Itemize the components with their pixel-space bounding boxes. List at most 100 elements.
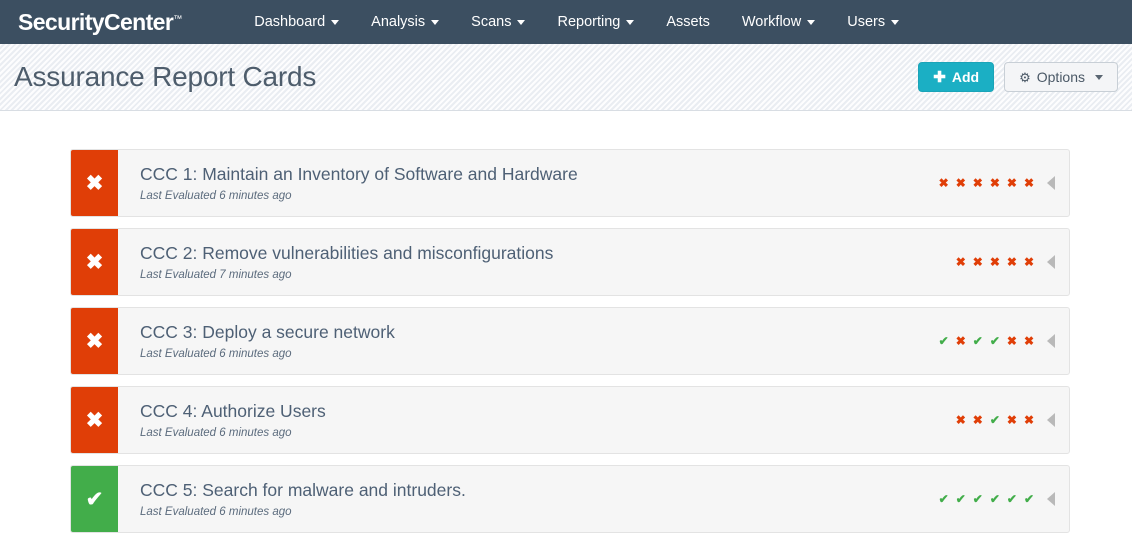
x-icon: ✖	[1023, 176, 1034, 190]
report-card-title: CCC 2: Remove vulnerabilities and miscon…	[140, 243, 554, 264]
triangle-left-icon[interactable]	[1047, 492, 1055, 506]
check-icon: ✔	[71, 466, 118, 532]
report-card-body: CCC 3: Deploy a secure network Last Evalu…	[118, 308, 939, 374]
x-icon: ✖	[1006, 413, 1017, 427]
x-icon: ✖	[71, 308, 118, 374]
report-card[interactable]: ✖ CCC 3: Deploy a secure network Last Eval…	[70, 307, 1070, 375]
nav-item-label: Assets	[666, 14, 710, 30]
check-icon: ✔	[989, 492, 1000, 506]
policy-result-marks: ✔ ✔ ✔ ✔ ✔ ✔	[939, 493, 1034, 505]
x-icon: ✖	[1023, 334, 1034, 348]
plus-icon: ✚	[933, 68, 946, 86]
report-card-title: CCC 5: Search for malware and intruders.	[140, 480, 466, 501]
x-icon: ✖	[955, 334, 966, 348]
report-card[interactable]: ✖ CCC 1: Maintain an Inventory of Softwar…	[70, 149, 1070, 217]
add-button-label: Add	[951, 69, 980, 85]
check-icon: ✔	[989, 334, 1000, 348]
x-icon: ✖	[989, 255, 1000, 269]
report-card-title: CCC 1: Maintain an Inventory of Software…	[140, 164, 578, 185]
report-card-timestamp: Last Evaluated 6 minutes ago	[140, 347, 292, 360]
nav-item-label: Workflow	[741, 14, 802, 30]
x-icon: ✖	[955, 413, 966, 427]
policy-result-marks: ✖ ✖ ✔ ✖ ✖	[956, 414, 1034, 426]
chevron-down-icon	[626, 19, 635, 25]
nav-item-label: Analysis	[371, 14, 426, 30]
check-icon: ✔	[972, 492, 983, 506]
x-icon: ✖	[1006, 176, 1017, 190]
policy-result-marks: ✖ ✖ ✖ ✖ ✖ ✖	[939, 177, 1034, 189]
add-button[interactable]: ✚ Add	[918, 62, 995, 92]
triangle-left-icon[interactable]	[1047, 334, 1055, 348]
nav-item-workflow[interactable]: Workflow	[726, 0, 831, 44]
report-card-body: CCC 2: Remove vulnerabilities and miscon…	[118, 229, 956, 295]
nav-item-label: Dashboard	[254, 14, 326, 30]
x-icon: ✖	[71, 229, 118, 295]
triangle-left-icon[interactable]	[1047, 413, 1055, 427]
nav-item-label: Reporting	[557, 14, 621, 30]
check-icon: ✔	[989, 413, 1000, 427]
x-icon: ✖	[938, 176, 949, 190]
report-card-body: CCC 4: Authorize Users Last Evaluated 6 m…	[118, 387, 956, 453]
x-icon: ✖	[972, 176, 983, 190]
chevron-down-icon	[517, 19, 526, 25]
report-card-body: CCC 1: Maintain an Inventory of Software…	[118, 150, 939, 216]
x-icon: ✖	[71, 387, 118, 453]
report-card-timestamp: Last Evaluated 6 minutes ago	[140, 189, 292, 202]
chevron-down-icon	[807, 19, 816, 25]
x-icon: ✖	[71, 150, 118, 216]
x-icon: ✖	[1023, 413, 1034, 427]
report-card-title: CCC 4: Authorize Users	[140, 401, 326, 422]
x-icon: ✖	[1006, 255, 1017, 269]
report-card[interactable]: ✔ CCC 5: Search for malware and intruders…	[70, 465, 1070, 533]
gear-icon: ⚙	[1019, 69, 1031, 85]
x-icon: ✖	[1023, 255, 1034, 269]
x-icon: ✖	[972, 413, 983, 427]
report-card-timestamp: Last Evaluated 6 minutes ago	[140, 426, 292, 439]
report-card-list: ✖ CCC 1: Maintain an Inventory of Softwar…	[0, 111, 1132, 533]
check-icon: ✔	[938, 492, 949, 506]
report-card-timestamp: Last Evaluated 7 minutes ago	[140, 268, 292, 281]
top-navbar: SecurityCenter™ Dashboard Analysis Scans Re…	[0, 0, 1132, 44]
report-card-body: CCC 5: Search for malware and intruders.…	[118, 466, 939, 532]
options-button[interactable]: ⚙ Options	[1004, 62, 1118, 92]
report-card[interactable]: ✖ CCC 2: Remove vulnerabilities and misco…	[70, 228, 1070, 296]
brand-name: SecurityCenter	[18, 8, 174, 35]
triangle-left-icon[interactable]	[1047, 255, 1055, 269]
check-icon: ✔	[938, 334, 949, 348]
nav-item-label: Users	[847, 14, 886, 30]
x-icon: ✖	[955, 176, 966, 190]
report-card-timestamp: Last Evaluated 6 minutes ago	[140, 505, 292, 518]
check-icon: ✔	[1023, 492, 1034, 506]
x-icon: ✖	[1006, 334, 1017, 348]
page-title: Assurance Report Cards	[14, 61, 317, 92]
nav-item-assets[interactable]: Assets	[650, 0, 726, 44]
nav-item-dashboard[interactable]: Dashboard	[238, 0, 355, 44]
chevron-down-icon	[1095, 74, 1103, 80]
trademark-symbol: ™	[173, 12, 183, 23]
policy-result-marks: ✔ ✖ ✔ ✔ ✖ ✖	[939, 335, 1034, 347]
report-card-status-marks: ✔ ✔ ✔ ✔ ✔ ✔	[939, 466, 1069, 532]
report-card-status-marks: ✔ ✖ ✔ ✔ ✖ ✖	[939, 308, 1069, 374]
header-actions: ✚ Add ⚙ Options	[918, 62, 1118, 92]
check-icon: ✔	[1006, 492, 1017, 506]
report-card-status-marks: ✖ ✖ ✖ ✖ ✖	[956, 229, 1069, 295]
chevron-down-icon	[431, 19, 440, 25]
x-icon: ✖	[955, 255, 966, 269]
nav-item-users[interactable]: Users	[831, 0, 915, 44]
report-card[interactable]: ✖ CCC 4: Authorize Users Last Evaluated 6 …	[70, 386, 1070, 454]
triangle-left-icon[interactable]	[1047, 176, 1055, 190]
report-card-status-marks: ✖ ✖ ✖ ✖ ✖ ✖	[939, 150, 1069, 216]
report-card-status-marks: ✖ ✖ ✔ ✖ ✖	[956, 387, 1069, 453]
nav-item-scans[interactable]: Scans	[455, 0, 541, 44]
policy-result-marks: ✖ ✖ ✖ ✖ ✖	[956, 256, 1034, 268]
chevron-down-icon	[891, 19, 900, 25]
brand-logo[interactable]: SecurityCenter™	[18, 9, 190, 36]
page-header: Assurance Report Cards ✚ Add ⚙ Options	[0, 44, 1132, 111]
nav-item-reporting[interactable]: Reporting	[541, 0, 650, 44]
nav-item-label: Scans	[471, 14, 512, 30]
x-icon: ✖	[989, 176, 1000, 190]
report-card-title: CCC 3: Deploy a secure network	[140, 322, 395, 343]
nav-item-analysis[interactable]: Analysis	[355, 0, 455, 44]
nav-items: Dashboard Analysis Scans Reporting Assets Wor…	[238, 0, 915, 44]
chevron-down-icon	[331, 19, 340, 25]
